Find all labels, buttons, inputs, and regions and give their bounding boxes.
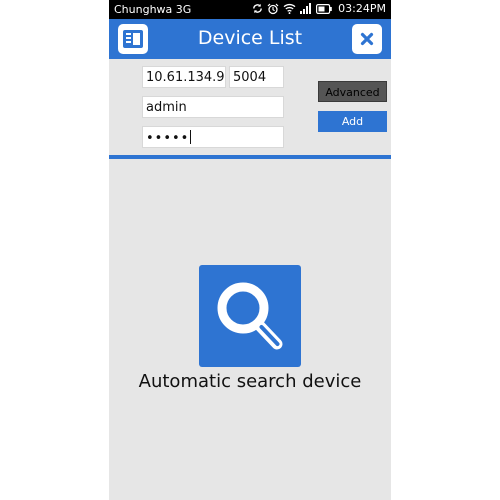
magnifier-icon	[199, 282, 301, 371]
clock: 03:24PM	[338, 2, 386, 15]
device-form: 10.61.134.91 5004 admin ••••• Advanced A…	[109, 59, 391, 156]
close-button[interactable]	[352, 24, 382, 54]
advanced-button[interactable]: Advanced	[318, 81, 387, 102]
battery-icon	[316, 3, 332, 14]
wifi-icon	[283, 3, 296, 14]
username-input[interactable]: admin	[142, 96, 284, 118]
close-icon	[352, 32, 382, 58]
sync-icon	[252, 3, 263, 14]
signal-icon	[300, 3, 312, 14]
page-title: Device List	[197, 27, 303, 49]
phone-screen: Chunghwa 3G 03:24PM Device List 10.61.13…	[109, 0, 391, 500]
text-cursor	[190, 130, 192, 144]
password-value: •••••	[146, 131, 190, 146]
divider	[109, 155, 391, 159]
ip-address-input[interactable]: 10.61.134.91	[142, 66, 226, 88]
status-icons: 03:24PM	[252, 2, 386, 15]
status-bar: Chunghwa 3G 03:24PM	[109, 0, 391, 19]
port-input[interactable]: 5004	[229, 66, 284, 88]
password-input[interactable]: •••••	[142, 126, 284, 148]
alarm-icon	[267, 3, 279, 15]
auto-search-button[interactable]	[199, 265, 301, 367]
auto-search-label[interactable]: Automatic search device	[109, 371, 391, 392]
title-bar: Device List	[109, 19, 391, 59]
carrier-name: Chunghwa 3G	[114, 3, 192, 16]
add-button[interactable]: Add	[318, 111, 387, 132]
